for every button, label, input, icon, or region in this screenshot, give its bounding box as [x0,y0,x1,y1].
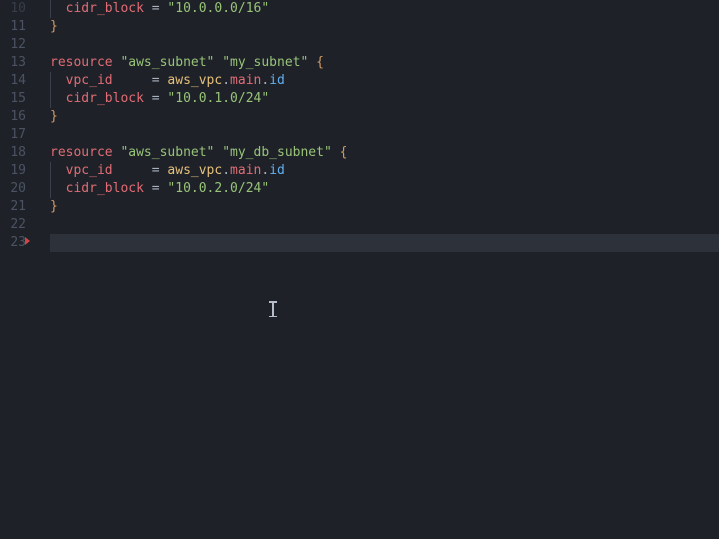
token-str: "aws_subnet" [120,55,214,70]
line-number: 14 [0,72,26,90]
indent [50,163,66,178]
token-white [144,91,152,106]
token-prop: cidr_block [66,1,144,16]
code-line[interactable] [50,36,719,54]
token-white [144,181,152,196]
code-line[interactable] [50,126,719,144]
token-attr: id [269,73,285,88]
token-punc: = [152,73,160,88]
token-brace: } [50,109,58,124]
token-str: "my_subnet" [222,55,308,70]
token-key: resource [50,145,113,160]
token-white [332,145,340,160]
token-punc: = [152,91,160,106]
token-white [113,163,152,178]
indent [50,91,66,106]
indent [50,1,66,16]
code-line[interactable]: } [50,198,719,216]
token-str: "10.0.2.0/24" [167,181,269,196]
code-line[interactable]: vpc_id = aws_vpc.main.id [50,72,719,90]
code-line[interactable]: vpc_id = aws_vpc.main.id [50,162,719,180]
token-str: "aws_subnet" [120,145,214,160]
token-str: "10.0.0.0/16" [167,1,269,16]
code-line[interactable]: } [50,108,719,126]
code-line[interactable]: cidr_block = "10.0.0.0/16" [50,0,719,18]
code-line[interactable]: resource "aws_subnet" "my_db_subnet" { [50,144,719,162]
token-ident: aws_vpc [167,163,222,178]
line-number: 22 [0,216,26,234]
error-marker-icon [25,237,30,245]
line-number: 11 [0,18,26,36]
token-attr: id [269,163,285,178]
token-prop: cidr_block [66,91,144,106]
token-dot: . [222,73,230,88]
token-prop: cidr_block [66,181,144,196]
token-white [144,1,152,16]
line-number: 19 [0,162,26,180]
token-white [308,55,316,70]
token-brace: { [340,145,348,160]
token-punc: = [152,1,160,16]
line-number: 15 [0,90,26,108]
token-white [113,73,152,88]
token-brace: } [50,199,58,214]
indent [50,73,66,88]
code-line[interactable]: cidr_block = "10.0.2.0/24" [50,180,719,198]
token-punc: = [152,163,160,178]
token-brace: } [50,19,58,34]
line-number-gutter: 1011121314151617181920212223 [0,0,34,539]
token-str: "10.0.1.0/24" [167,91,269,106]
line-number: 13 [0,54,26,72]
line-number: 12 [0,36,26,54]
token-key: resource [50,55,113,70]
code-line[interactable]: } [50,18,719,36]
code-line[interactable] [50,216,719,234]
token-prop: vpc_id [66,73,113,88]
line-number: 23 [0,234,26,252]
active-line-highlight [50,234,719,252]
indent [50,181,66,196]
code-line[interactable]: cidr_block = "10.0.1.0/24" [50,90,719,108]
token-ident: aws_vpc [167,73,222,88]
token-punc: = [152,181,160,196]
token-sub: main [230,163,261,178]
token-sub: main [230,73,261,88]
token-str: "my_db_subnet" [222,145,332,160]
code-line[interactable] [50,234,719,252]
token-prop: vpc_id [66,163,113,178]
line-number: 21 [0,198,26,216]
line-number: 16 [0,108,26,126]
code-line[interactable]: resource "aws_subnet" "my_subnet" { [50,54,719,72]
code-area[interactable]: cidr_block = "10.0.0.0/16"} resource "aws… [34,0,719,539]
token-brace: { [316,55,324,70]
token-dot: . [261,163,269,178]
line-number: 17 [0,126,26,144]
line-number: 18 [0,144,26,162]
line-number: 20 [0,180,26,198]
token-dot: . [222,163,230,178]
token-dot: . [261,73,269,88]
line-number: 10 [0,0,26,18]
code-editor[interactable]: 1011121314151617181920212223 cidr_block … [0,0,719,539]
